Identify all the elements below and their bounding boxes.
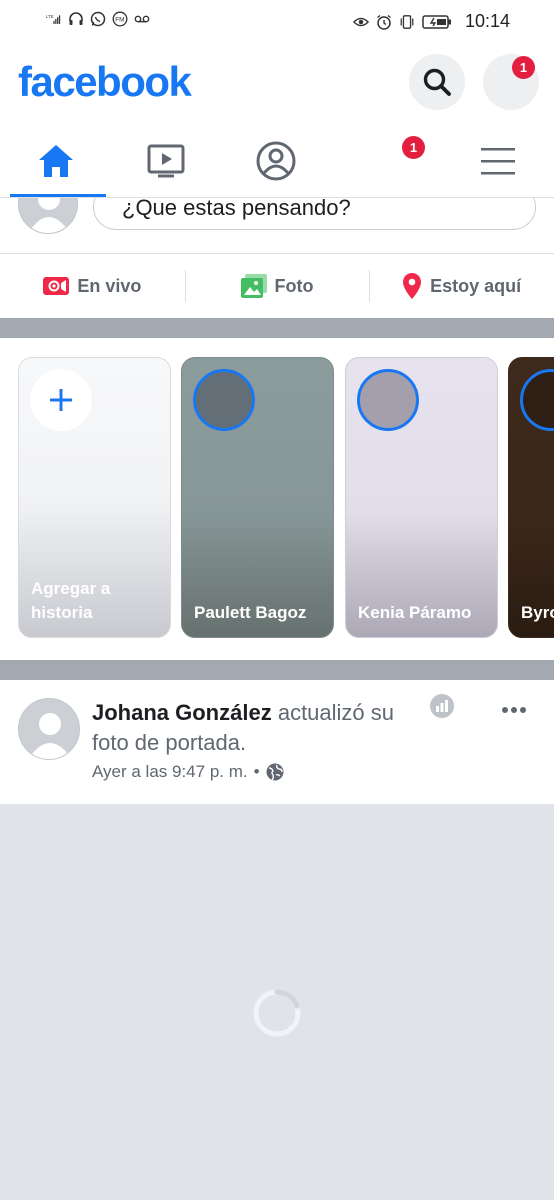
story-avatar [357,369,419,431]
story-label: Byro [521,603,554,622]
composer-input[interactable]: ¿Que estas pensando? [93,198,536,230]
default-avatar-icon [28,198,70,233]
status-left: LTE FM [46,11,150,27]
photo-icon [240,274,267,298]
profile-icon [256,141,296,181]
tab-watch[interactable] [116,126,216,196]
photo-label: Foto [274,275,314,296]
story-label: Kenia Páramo [358,603,472,622]
eye-comfort-icon [352,17,369,26]
user-avatar[interactable] [18,198,78,234]
default-avatar-icon [28,713,72,759]
more-horizontal-icon[interactable] [496,698,532,722]
status-bar: LTE FM 10:14 [0,0,554,44]
composer: ¿Que estas pensando? [0,198,554,254]
tab-home[interactable] [6,126,106,197]
story-card[interactable]: Paulett Bagoz [181,357,334,638]
post-media-placeholder[interactable] [0,804,554,1200]
live-video-label: En vivo [77,275,142,296]
home-icon [39,145,73,177]
globe-icon [266,763,284,781]
app-header: facebook 1 [0,44,554,126]
story-card[interactable]: Byro [508,357,554,638]
messenger-button[interactable]: 1 [483,54,539,110]
live-video-icon [43,277,70,295]
vibrate-icon [400,14,414,29]
loading-spinner-icon [253,989,301,1037]
check-in-label: Estoy aquí [430,275,522,296]
facebook-logo[interactable]: facebook [18,58,192,106]
story-label: Paulett Bagoz [194,603,307,622]
video-icon [147,144,185,178]
live-video-button[interactable]: En vivo [0,254,185,318]
signal-icon: LTE [46,14,61,24]
post-author-avatar[interactable] [18,698,80,760]
composer-actions: En vivo Foto Estoy aquí [0,254,554,318]
voicemail-icon [134,15,150,23]
headset-icon [69,12,83,25]
hamburger-menu-icon [481,148,515,175]
svg-text:FM: FM [115,17,124,24]
feed-post: Johana González actualizó su foto de por… [0,680,554,804]
tab-menu[interactable] [448,126,548,196]
post-author-name[interactable]: Johana González [92,700,272,725]
whatsapp-icon [90,11,106,27]
messenger-badge: 1 [512,56,535,79]
post-timestamp[interactable]: Ayer a las 9:47 p. m. [92,762,248,782]
status-right: 10:14 [352,11,510,32]
stories-tray: Agregar a historia Paulett Bagoz Kenia P… [0,338,554,660]
location-pin-icon [403,273,422,299]
post-header-text: Johana González actualizó su foto de por… [92,698,432,758]
tab-notifications[interactable]: 1 [346,126,446,196]
add-story-button[interactable] [30,369,92,431]
check-in-button[interactable]: Estoy aquí [369,254,554,318]
screen: LTE FM 10:14 facebook 1 1 ¿Que estas pen… [0,0,554,1200]
story-avatar [193,369,255,431]
story-avatar [520,369,554,431]
tab-profile[interactable] [226,126,326,196]
fm-radio-icon: FM [112,11,128,27]
search-button[interactable] [409,54,465,110]
tab-bar: 1 [0,126,554,198]
meta-separator: • [253,762,260,781]
status-time: 10:14 [464,11,510,31]
alarm-icon [377,14,391,30]
network-label: LTE [46,14,54,19]
story-add[interactable]: Agregar a historia [18,357,171,638]
battery-icon [422,14,451,29]
post-meta: Ayer a las 9:47 p. m. • [92,762,284,782]
plus-icon [50,389,72,411]
photo-button[interactable]: Foto [184,254,370,318]
section-separator [0,318,554,338]
story-card[interactable]: Kenia Páramo [345,357,498,638]
insights-icon[interactable] [430,694,454,718]
notifications-badge: 1 [402,136,425,159]
story-label: Agregar a historia [31,579,111,622]
section-separator [0,660,554,680]
search-icon [423,68,451,96]
